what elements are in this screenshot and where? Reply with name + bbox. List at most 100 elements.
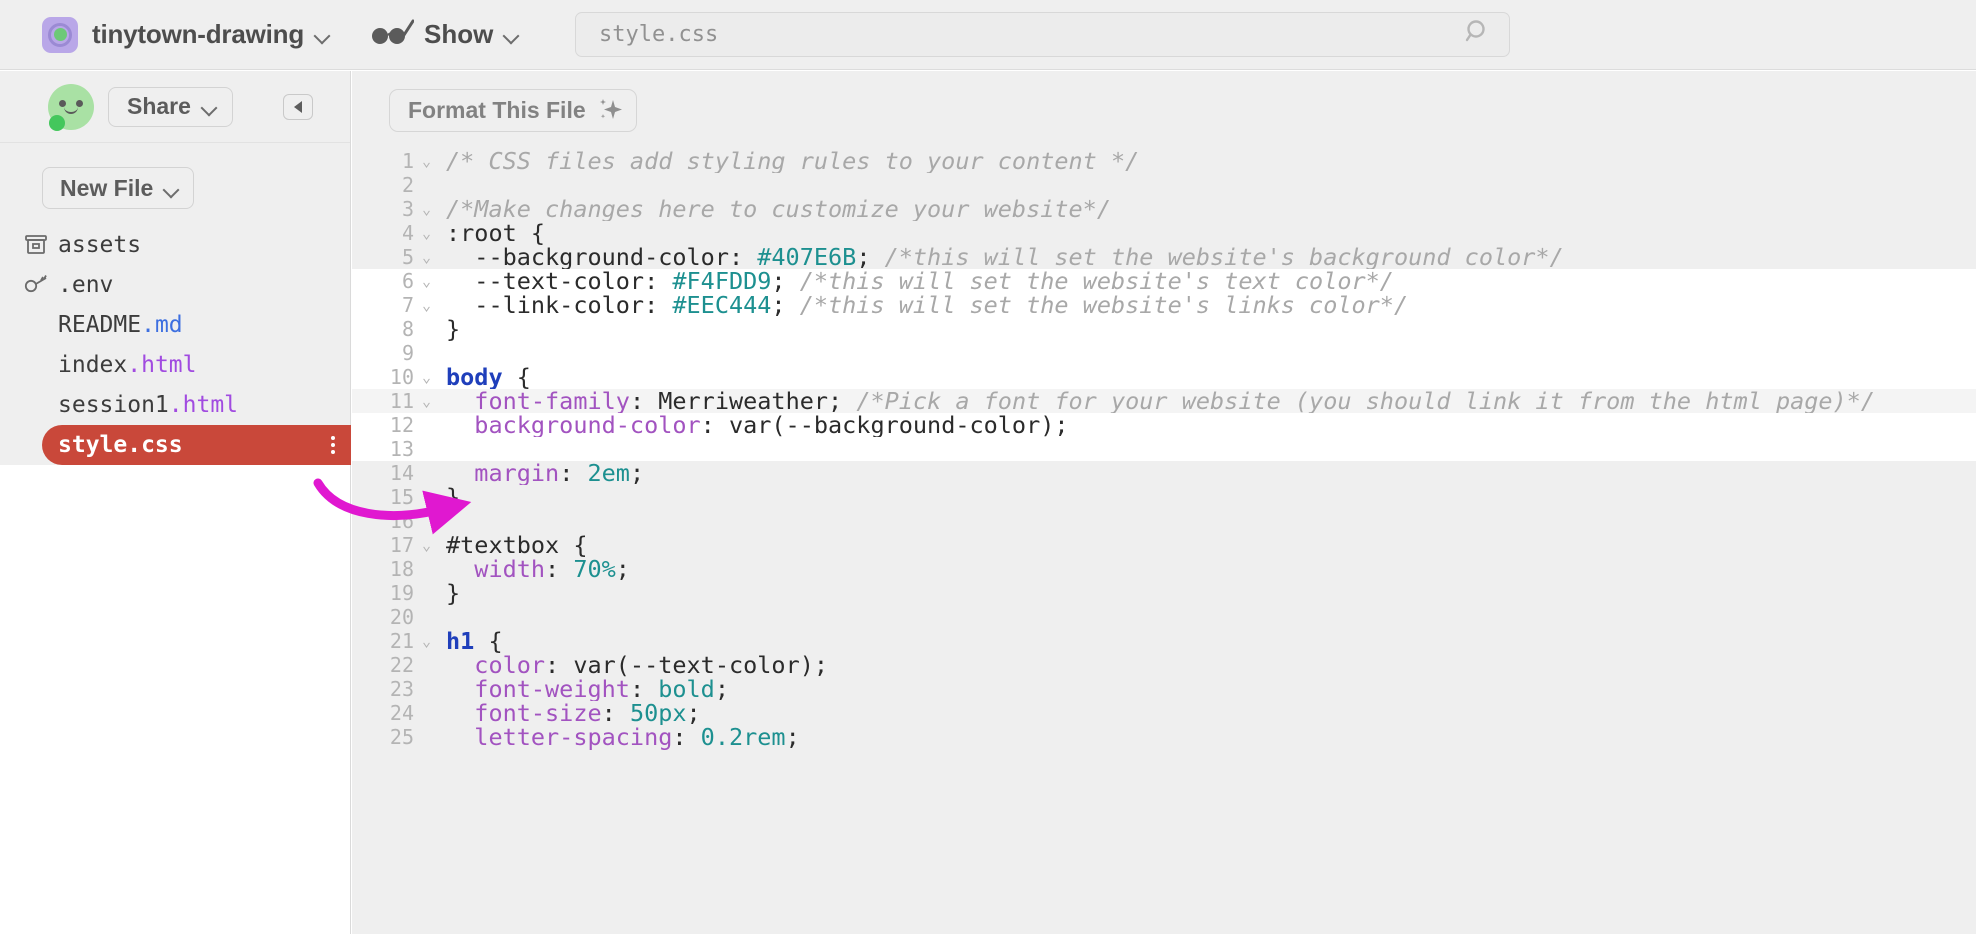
file-list: assets .env README.md index.html session… [0,209,350,465]
line-number: 21 [352,629,420,653]
code-line[interactable]: 2 [352,173,1976,197]
line-number: 19 [352,581,420,605]
line-number: 5 [352,245,420,269]
file-item-extension: .md [141,312,183,338]
code-line[interactable]: 1⌄/* CSS files add styling rules to your… [352,149,1976,173]
code-line[interactable]: 22 color: var(--text-color); [352,653,1976,677]
fold-chevron-icon[interactable]: ⌄ [420,269,442,293]
code-line[interactable]: 16 [352,509,1976,533]
kebab-menu-icon[interactable] [331,436,335,454]
code-line[interactable]: 5⌄ --background-color: #407E6B; /*this w… [352,245,1976,269]
fold-spacer [420,437,442,461]
code-line[interactable]: 25 letter-spacing: 0.2rem; [352,725,1976,749]
file-search-bar[interactable] [575,12,1510,57]
fold-chevron-icon[interactable]: ⌄ [420,389,442,413]
archive-box-icon [24,234,50,256]
project-logo-ring [48,23,72,47]
search-icon[interactable] [1465,19,1491,50]
fold-spacer [420,653,442,677]
token-plain: --link-color: [446,291,672,319]
code-line[interactable]: 23 font-weight: bold; [352,677,1976,701]
code-text: #textbox { [442,533,1976,557]
code-line[interactable]: 21⌄h1 { [352,629,1976,653]
code-line[interactable]: 6⌄ --text-color: #F4FDD9; /*this will se… [352,269,1976,293]
line-number: 20 [352,605,420,629]
sidebar: Share New File assets [0,71,351,934]
code-text: font-size: 50px; [442,701,1976,725]
code-line[interactable]: 12 background-color: var(--background-co… [352,413,1976,437]
fold-chevron-icon[interactable]: ⌄ [420,245,442,269]
code-line[interactable]: 11⌄ font-family: Merriweather; /*Pick a … [352,389,1976,413]
share-button[interactable]: Share [108,87,233,127]
token-comment: /* CSS files add styling rules to your c… [446,147,1139,175]
fold-spacer [420,413,442,437]
file-item-session1-html[interactable]: session1.html [0,385,350,425]
code-line[interactable]: 10⌄body { [352,365,1976,389]
fold-chevron-icon[interactable]: ⌄ [420,629,442,653]
code-line[interactable]: 3⌄/*Make changes here to customize your … [352,197,1976,221]
code-line[interactable]: 9 [352,341,1976,365]
project-name-label[interactable]: tinytown-drawing [92,19,304,50]
token-value: 0.2rem [701,723,786,751]
share-button-label: Share [127,93,191,120]
token-prop: background-color [446,411,701,439]
token-plain: } [446,315,460,343]
code-line[interactable]: 15} [352,485,1976,509]
code-line[interactable]: 14 margin: 2em; [352,461,1976,485]
code-line[interactable]: 13 [352,437,1976,461]
code-text: margin: 2em; [442,461,1976,485]
line-number: 1 [352,149,420,173]
show-menu-label[interactable]: Show [424,19,493,50]
token-comment: /*Make changes here to customize your we… [446,195,1111,223]
code-line[interactable]: 18 width: 70%; [352,557,1976,581]
new-file-button-label: New File [60,175,153,202]
file-item-assets[interactable]: assets [0,225,350,265]
chevron-down-icon[interactable] [315,30,330,39]
project-logo-dot [54,28,67,41]
code-text [442,341,1976,365]
code-line[interactable]: 24 font-size: 50px; [352,701,1976,725]
code-text: /* CSS files add styling rules to your c… [442,149,1976,173]
search-input[interactable] [599,22,1465,47]
code-line[interactable]: 20 [352,605,1976,629]
format-button-label: Format This File [408,97,586,124]
token-plain: ; [616,555,630,583]
code-text: font-weight: bold; [442,677,1976,701]
file-item-label: README [58,312,141,338]
chevron-down-icon[interactable] [504,30,519,39]
format-this-file-button[interactable]: Format This File [389,89,637,132]
token-plain: } [446,483,460,511]
code-text: font-family: Merriweather; /*Pick a font… [442,389,1976,413]
code-content[interactable]: 1⌄/* CSS files add styling rules to your… [352,149,1976,749]
code-editor-pane: Format This File 1⌄/* CSS files add styl… [352,71,1976,934]
fold-chevron-icon[interactable]: ⌄ [420,197,442,221]
code-line[interactable]: 4⌄:root { [352,221,1976,245]
line-number: 8 [352,317,420,341]
code-line[interactable]: 7⌄ --link-color: #EEC444; /*this will se… [352,293,1976,317]
fold-chevron-icon[interactable]: ⌄ [420,293,442,317]
line-number: 22 [352,653,420,677]
file-item-style-css-selected[interactable]: style.css [42,425,351,465]
line-number: 15 [352,485,420,509]
fold-chevron-icon[interactable]: ⌄ [420,221,442,245]
chevron-down-icon [164,184,179,193]
new-file-button[interactable]: New File [42,167,194,209]
line-number: 17 [352,533,420,557]
token-plain: : [545,555,573,583]
collapse-arrow-glyph [294,101,302,113]
code-line[interactable]: 19} [352,581,1976,605]
fold-chevron-icon[interactable]: ⌄ [420,365,442,389]
fold-chevron-icon[interactable]: ⌄ [420,533,442,557]
collapse-sidebar-icon[interactable] [283,94,313,120]
code-line[interactable]: 8} [352,317,1976,341]
file-item-readme[interactable]: README.md [0,305,350,345]
file-item-label: index [58,352,127,378]
token-plain: ; [715,675,729,703]
file-item-env[interactable]: .env [0,265,350,305]
file-item-index-html[interactable]: index.html [0,345,350,385]
fold-spacer [420,509,442,533]
fold-chevron-icon[interactable]: ⌄ [420,149,442,173]
code-line[interactable]: 17⌄#textbox { [352,533,1976,557]
avatar[interactable] [48,84,94,130]
editor-toolbar: Format This File [352,71,1976,149]
